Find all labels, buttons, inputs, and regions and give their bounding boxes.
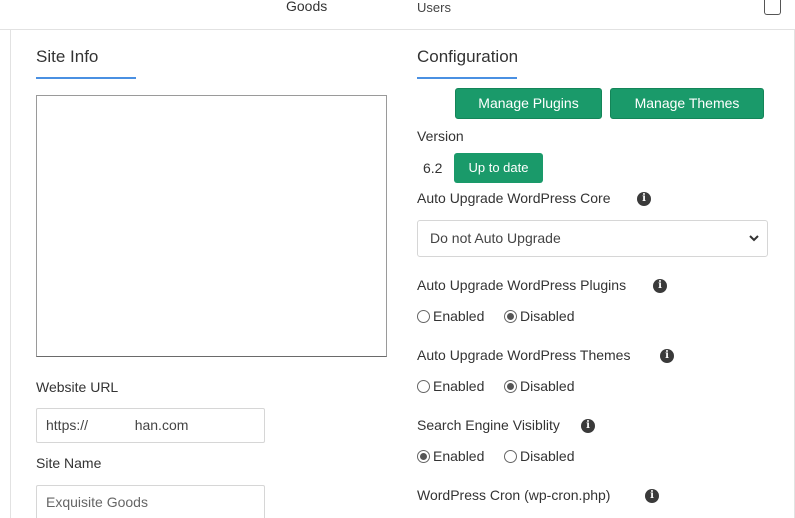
top-checkbox[interactable] [764,0,781,15]
top-goods-text: Goods [286,0,328,14]
configuration-title: Configuration [417,47,519,66]
top-strip: Goods Users [0,0,795,30]
auto-upgrade-plugins-disabled-label[interactable]: Disabled [520,308,574,324]
manage-plugins-button[interactable]: Manage Plugins [455,88,602,119]
auto-upgrade-plugins-disabled-radio[interactable] [504,310,517,323]
website-url-input[interactable]: https:// han.com [36,408,265,443]
auto-upgrade-plugins-radio-group: Enabled Disabled [417,308,597,326]
configuration-title-underline [417,77,517,79]
auto-upgrade-plugins-enabled-label[interactable]: Enabled [433,308,484,324]
info-icon[interactable]: i [660,349,674,363]
auto-upgrade-themes-disabled-radio[interactable] [504,380,517,393]
search-engine-visibility-label: Search Engine Visiblity [417,417,560,433]
version-label: Version [417,128,464,144]
info-icon[interactable]: i [581,419,595,433]
search-engine-enabled-radio[interactable] [417,450,430,463]
site-name-input[interactable]: Exquisite Goods [36,485,265,518]
top-users-text: Users [417,0,451,15]
search-engine-disabled-radio[interactable] [504,450,517,463]
version-value: 6.2 [423,160,443,176]
auto-upgrade-themes-enabled-label[interactable]: Enabled [433,378,484,394]
search-engine-enabled-label[interactable]: Enabled [433,448,484,464]
chevron-down-icon [749,235,759,242]
auto-upgrade-themes-label: Auto Upgrade WordPress Themes [417,347,631,363]
auto-upgrade-plugins-label: Auto Upgrade WordPress Plugins [417,277,627,293]
wp-cron-label: WordPress Cron (wp-cron.php) [417,487,611,503]
info-icon[interactable]: i [653,279,667,293]
info-icon[interactable]: i [645,489,659,503]
auto-upgrade-core-select[interactable]: Do not Auto Upgrade [417,220,768,257]
auto-upgrade-themes-radio-group: Enabled Disabled [417,378,597,396]
website-url-label: Website URL [36,379,119,395]
search-engine-disabled-label[interactable]: Disabled [520,448,574,464]
auto-upgrade-core-label: Auto Upgrade WordPress Core [417,190,611,206]
auto-upgrade-plugins-enabled-radio[interactable] [417,310,430,323]
site-info-title-underline [36,77,136,79]
manage-themes-button[interactable]: Manage Themes [610,88,764,119]
auto-upgrade-themes-enabled-radio[interactable] [417,380,430,393]
site-name-label: Site Name [36,455,102,471]
auto-upgrade-themes-disabled-label[interactable]: Disabled [520,378,574,394]
search-engine-visibility-radio-group: Enabled Disabled [417,448,597,466]
info-icon[interactable]: i [637,192,651,206]
auto-upgrade-core-selected: Do not Auto Upgrade [430,230,561,246]
site-info-title: Site Info [36,47,99,66]
site-description-textarea[interactable] [36,95,387,357]
version-status-badge: Up to date [454,153,543,183]
